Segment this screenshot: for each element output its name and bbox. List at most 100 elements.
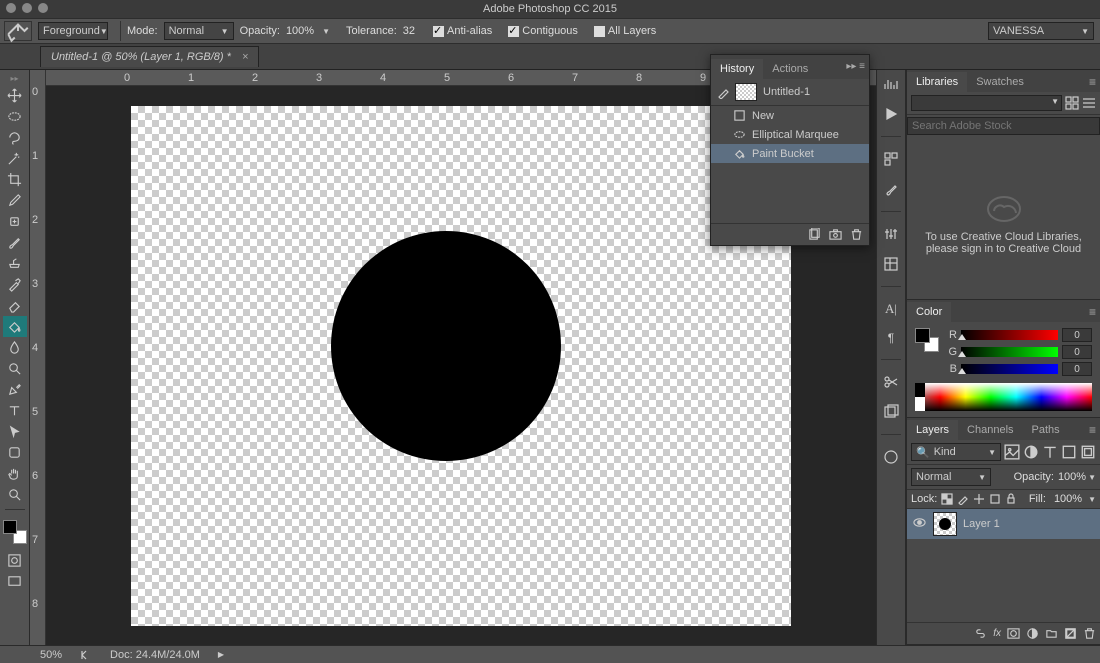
layer-comps-icon[interactable]: [883, 404, 899, 420]
quick-mask-tool[interactable]: [3, 550, 27, 571]
clone-stamp-tool[interactable]: [3, 253, 27, 274]
navigator-play-icon[interactable]: [883, 106, 899, 122]
marquee-tool[interactable]: [3, 106, 27, 127]
lasso-tool[interactable]: [3, 127, 27, 148]
history-brush-tool[interactable]: [3, 274, 27, 295]
blue-value[interactable]: 0: [1062, 362, 1092, 376]
panel-menu-icon[interactable]: ≡: [1089, 75, 1096, 89]
type-tool[interactable]: [3, 400, 27, 421]
layer-filter-kind[interactable]: 🔍Kind▼: [911, 443, 1001, 461]
palette-icon[interactable]: [883, 151, 899, 167]
layer-blend-dropdown[interactable]: Normal▼: [911, 468, 991, 486]
red-value[interactable]: 0: [1062, 328, 1092, 342]
circle-icon[interactable]: [883, 449, 899, 465]
panel-collapse-icon[interactable]: ▸▸ ≡: [846, 61, 865, 72]
color-spectrum[interactable]: [915, 383, 1092, 411]
styles-icon[interactable]: [883, 256, 899, 272]
layer-name[interactable]: Layer 1: [963, 518, 1000, 530]
blend-mode-dropdown[interactable]: Normal▼: [164, 22, 234, 40]
fill-source-dropdown[interactable]: Foreground▼: [38, 22, 108, 40]
anti-alias-checkbox[interactable]: [433, 26, 444, 37]
history-source[interactable]: Untitled-1: [711, 79, 869, 106]
close-tab-icon[interactable]: ×: [242, 51, 248, 63]
blur-tool[interactable]: [3, 337, 27, 358]
spot-heal-tool[interactable]: [3, 211, 27, 232]
brush-tool[interactable]: [3, 232, 27, 253]
green-slider[interactable]: [961, 347, 1058, 357]
histogram-icon[interactable]: [883, 76, 899, 92]
tab-history[interactable]: History: [711, 59, 763, 79]
character-icon[interactable]: A|: [885, 301, 897, 317]
group-icon[interactable]: [1045, 627, 1058, 640]
stock-search-input[interactable]: [907, 117, 1100, 135]
tab-libraries[interactable]: Libraries: [907, 72, 967, 92]
green-value[interactable]: 0: [1062, 345, 1092, 359]
panel-menu-icon[interactable]: ≡: [1089, 305, 1096, 319]
filter-smart-icon[interactable]: [1080, 444, 1096, 460]
active-tool-icon[interactable]: [4, 21, 32, 41]
eraser-tool[interactable]: [3, 295, 27, 316]
red-slider[interactable]: [961, 330, 1058, 340]
filter-shape-icon[interactable]: [1061, 444, 1077, 460]
fx-icon[interactable]: fx: [993, 628, 1001, 639]
color-swatch-pair[interactable]: [915, 328, 939, 352]
new-snapshot-doc-icon[interactable]: [808, 228, 821, 241]
delete-state-icon[interactable]: [850, 228, 863, 241]
adjustments-icon[interactable]: [883, 226, 899, 242]
crop-tool[interactable]: [3, 169, 27, 190]
tab-layers[interactable]: Layers: [907, 420, 958, 440]
maximize-icon[interactable]: [38, 3, 48, 13]
tab-channels[interactable]: Channels: [958, 420, 1022, 440]
lock-position-icon[interactable]: [973, 493, 985, 505]
filter-image-icon[interactable]: [1004, 444, 1020, 460]
layer-thumbnail[interactable]: [933, 512, 957, 536]
contiguous-checkbox[interactable]: [508, 26, 519, 37]
mask-icon[interactable]: [1007, 627, 1020, 640]
grid-view-icon[interactable]: [1065, 96, 1079, 110]
screen-mode-tool[interactable]: [3, 571, 27, 592]
layer-opacity-value[interactable]: 100%: [1058, 471, 1086, 483]
visibility-toggle-icon[interactable]: [911, 516, 927, 532]
lock-paint-icon[interactable]: [957, 493, 969, 505]
layer-item[interactable]: Layer 1: [907, 509, 1100, 539]
workspace-dropdown[interactable]: VANESSA▼: [988, 22, 1094, 40]
zoom-tool[interactable]: [3, 484, 27, 505]
move-tool[interactable]: [3, 85, 27, 106]
pen-tool[interactable]: [3, 379, 27, 400]
zoom-level[interactable]: 50%: [40, 649, 62, 661]
lock-all-icon[interactable]: [1005, 493, 1017, 505]
library-dropdown[interactable]: ▼: [911, 95, 1062, 111]
layer-fill-value[interactable]: 100%: [1054, 493, 1082, 505]
magic-wand-tool[interactable]: [3, 148, 27, 169]
doc-size[interactable]: Doc: 24.4M/24.0M: [110, 649, 200, 661]
eyedropper-tool[interactable]: [3, 190, 27, 211]
filter-type-icon[interactable]: [1042, 444, 1058, 460]
link-layers-icon[interactable]: [974, 627, 987, 640]
shape-tool[interactable]: [3, 442, 27, 463]
history-step-paint-bucket[interactable]: Paint Bucket: [711, 144, 869, 163]
close-icon[interactable]: [6, 3, 16, 13]
brush-preset-icon[interactable]: [883, 181, 899, 197]
list-view-icon[interactable]: [1082, 96, 1096, 110]
blue-slider[interactable]: [961, 364, 1058, 374]
tab-paths[interactable]: Paths: [1023, 420, 1069, 440]
scissors-icon[interactable]: [883, 374, 899, 390]
document-tab[interactable]: Untitled-1 @ 50% (Layer 1, RGB/8) * ×: [40, 46, 259, 67]
all-layers-checkbox[interactable]: [594, 26, 605, 37]
artboard[interactable]: [131, 106, 791, 626]
window-controls[interactable]: [6, 3, 48, 13]
history-step-marquee[interactable]: Elliptical Marquee: [711, 125, 869, 144]
lock-transparency-icon[interactable]: [941, 493, 953, 505]
history-brush-marker-icon[interactable]: [717, 85, 731, 99]
hand-tool[interactable]: [3, 463, 27, 484]
history-step-new[interactable]: New: [711, 106, 869, 125]
filter-adjust-icon[interactable]: [1023, 444, 1039, 460]
toolbar-grip-icon[interactable]: ▸▸: [10, 74, 18, 83]
color-swatches[interactable]: [3, 520, 27, 544]
tab-actions[interactable]: Actions: [763, 59, 817, 79]
lock-artboard-icon[interactable]: [989, 493, 1001, 505]
expand-icon[interactable]: [80, 649, 92, 661]
foreground-color[interactable]: [3, 520, 17, 534]
tab-color[interactable]: Color: [907, 302, 951, 322]
paint-bucket-tool[interactable]: [3, 316, 27, 337]
